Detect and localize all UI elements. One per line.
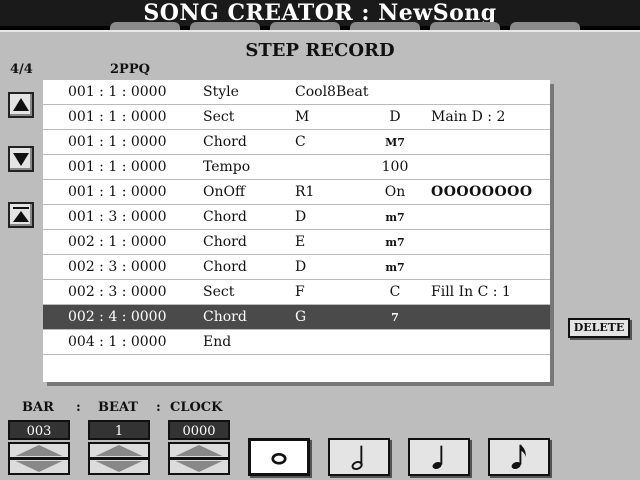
triangle-up-icon [15,445,63,456]
triangle-down-icon [175,461,223,472]
event-value-2: C [389,284,401,300]
clock-decrement-button[interactable] [168,458,230,475]
bar-label: BAR [22,400,54,415]
event-type: Sect [203,284,235,300]
event-list[interactable]: 001 : 1 : 0000 Style Cool8Beat 001 : 1 : 00… [43,80,550,382]
event-value-3: Main D : 2 [431,109,506,125]
event-time: 001 : 1 : 0000 [68,184,167,200]
event-value-1: Cool8Beat [295,84,369,100]
eighth-note-button[interactable] [488,438,550,476]
event-time: 001 : 1 : 0000 [68,109,167,125]
event-value-1: D [295,259,307,275]
resolution-label: 2PPQ [110,62,150,77]
event-value-1: C [295,134,306,150]
event-value-2: m7 [385,261,405,274]
clock-spinner: 0000 [168,420,230,476]
event-type: OnOff [203,184,245,200]
clock-increment-button[interactable] [168,442,230,459]
event-time: 004 : 1 : 0000 [68,334,167,350]
table-row[interactable]: 002 : 3 : 0000 Chord Dm7 [43,255,550,280]
arrow-top-icon [13,207,29,222]
event-type: Chord [203,209,247,225]
event-time: 002 : 3 : 0000 [68,284,167,300]
event-value-2: D [389,109,401,125]
quarter-note-icon [432,445,443,470]
event-time: 001 : 3 : 0000 [68,209,167,225]
event-value-1: G [295,309,307,325]
event-type: Chord [203,309,247,325]
event-type: End [203,334,232,350]
event-time: 001 : 1 : 0000 [68,134,167,150]
event-value-1: D [295,209,307,225]
table-row[interactable]: 001 : 1 : 0000 Tempo 100 [43,155,550,180]
arrow-up-icon [13,98,29,111]
beat-decrement-button[interactable] [88,458,150,475]
event-value-2: On [384,184,406,200]
triangle-up-icon [95,445,143,456]
event-value-1: M [295,109,310,125]
half-note-icon [351,445,363,470]
beat-increment-button[interactable] [88,442,150,459]
whole-note-icon [271,453,287,465]
page-title: STEP RECORD [245,40,395,61]
time-signature: 4/4 [10,62,33,77]
table-row[interactable]: 001 : 1 : 0000 OnOff R1 On OOOOOOOO [43,180,550,205]
table-row[interactable]: 001 : 3 : 0000 Chord Dm7 [43,205,550,230]
arrow-down-icon [13,153,29,166]
half-note-button[interactable] [328,438,390,476]
beat-spinner: 1 [88,420,150,476]
separator: : [76,400,81,415]
event-type: Tempo [203,159,251,175]
table-row[interactable]: 004 : 1 : 0000 End [43,330,550,355]
beat-value[interactable]: 1 [88,420,150,440]
event-value-1: E [295,234,306,250]
eighth-note-icon [511,444,526,470]
beat-label: BEAT [98,400,138,415]
event-time: 002 : 4 : 0000 [68,309,167,325]
table-row[interactable]: 001 : 1 : 0000 Sect M D Main D : 2 [43,105,550,130]
event-value-1: F [295,284,305,300]
event-type: Chord [203,134,247,150]
bar-increment-button[interactable] [8,442,70,459]
event-value-3: OOOOOOOO [431,184,533,200]
event-value-2: m7 [385,211,405,224]
triangle-down-icon [95,461,143,472]
clock-value[interactable]: 0000 [168,420,230,440]
event-time: 002 : 3 : 0000 [68,259,167,275]
whole-note-button[interactable] [248,438,310,476]
table-row[interactable]: 001 : 1 : 0000 Chord C M7 [43,130,550,155]
separator: : [156,400,161,415]
scroll-down-button[interactable] [8,146,34,172]
event-value-2 [363,80,427,105]
event-time: 001 : 1 : 0000 [68,84,167,100]
triangle-up-icon [175,445,223,456]
scroll-up-button[interactable] [8,92,34,118]
bar-decrement-button[interactable] [8,458,70,475]
bar-spinner: 003 [8,420,70,476]
event-type: Sect [203,109,235,125]
event-value-2: M7 [385,136,405,149]
event-type: Chord [203,259,247,275]
event-time: 001 : 1 : 0000 [68,159,167,175]
event-value-3: Fill In C : 1 [431,284,511,300]
scroll-top-button[interactable] [8,202,34,228]
step-record-screen: STEP RECORD 4/4 2PPQ 001 : 1 : 0000 Style… [0,30,640,480]
table-row[interactable]: 002 : 1 : 0000 Chord Em7 [43,230,550,255]
bar-value[interactable]: 003 [8,420,70,440]
event-type: Chord [203,234,247,250]
delete-button[interactable]: DELETE [568,318,630,338]
event-value-2: 100 [381,159,409,175]
event-value-2: m7 [385,236,405,249]
event-value-2 [363,330,427,355]
event-value-2: 7 [391,311,399,324]
quarter-note-button[interactable] [408,438,470,476]
clock-label: CLOCK [170,400,223,415]
event-value-1: R1 [295,184,315,200]
table-row[interactable]: 002 : 4 : 0000 Chord G 7 [43,305,550,330]
event-type: Style [203,84,239,100]
event-time: 002 : 1 : 0000 [68,234,167,250]
table-row[interactable]: 002 : 3 : 0000 Sect F C Fill In C : 1 [43,280,550,305]
table-row[interactable]: 001 : 1 : 0000 Style Cool8Beat [43,80,550,105]
triangle-down-icon [15,461,63,472]
